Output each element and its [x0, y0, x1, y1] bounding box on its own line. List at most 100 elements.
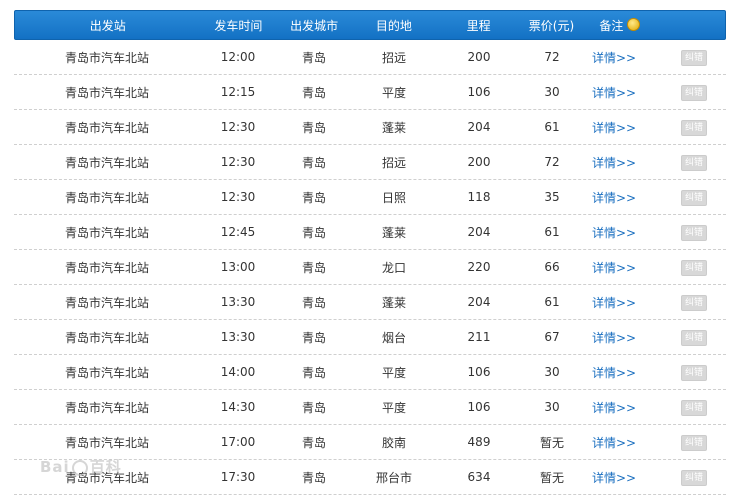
detail-link[interactable]: 详情>>: [592, 191, 636, 205]
report-cell: 纠错: [662, 49, 726, 66]
time-cell: 12:30: [220, 190, 256, 204]
detail-link[interactable]: 详情>>: [592, 401, 636, 415]
price-cell: 61: [544, 295, 560, 309]
report-error-button[interactable]: 纠错: [681, 49, 707, 66]
report-cell: 纠错: [662, 364, 726, 381]
report-error-button[interactable]: 纠错: [681, 329, 707, 346]
note-cell: 详情>>: [582, 154, 662, 171]
distance-cell: 106: [467, 400, 491, 414]
detail-link[interactable]: 详情>>: [592, 296, 636, 310]
report-error-button[interactable]: 纠错: [681, 364, 707, 381]
distance-cell: 220: [467, 260, 491, 274]
city-cell: 青岛: [301, 190, 326, 205]
detail-link[interactable]: 详情>>: [592, 226, 636, 240]
price-cell: 35: [544, 190, 560, 204]
station-cell: 青岛市汽车北站: [64, 155, 149, 170]
station-cell: 青岛市汽车北站: [64, 120, 149, 135]
header-station: 出发站: [89, 18, 126, 33]
city-cell: 青岛: [301, 400, 326, 415]
station-cell: 青岛市汽车北站: [64, 190, 149, 205]
note-cell: 详情>>: [582, 119, 662, 136]
distance-cell: 118: [467, 190, 491, 204]
report-cell: 纠错: [662, 154, 726, 171]
bus-schedule-table: 出发站 发车时间 出发城市 目的地 里程 票价(元) 备注 青岛市汽车北站 12:…: [14, 10, 726, 495]
detail-link[interactable]: 详情>>: [592, 121, 636, 135]
time-cell: 12:00: [220, 50, 256, 64]
city-cell: 青岛: [301, 365, 326, 380]
detail-link[interactable]: 详情>>: [592, 366, 636, 380]
note-cell: 详情>>: [582, 469, 662, 486]
report-cell: 纠错: [662, 469, 726, 486]
detail-link[interactable]: 详情>>: [592, 51, 636, 65]
table-row: 青岛市汽车北站 14:30 青岛 平度 106 30 详情>> 纠错: [14, 390, 726, 425]
price-cell: 61: [544, 225, 560, 239]
station-cell: 青岛市汽车北站: [64, 225, 149, 240]
detail-link[interactable]: 详情>>: [592, 261, 636, 275]
station-cell: 青岛市汽车北站: [64, 470, 149, 485]
report-error-button[interactable]: 纠错: [681, 294, 707, 311]
table-row: 青岛市汽车北站 14:00 青岛 平度 106 30 详情>> 纠错: [14, 355, 726, 390]
table-row: 青岛市汽车北站 12:15 青岛 平度 106 30 详情>> 纠错: [14, 75, 726, 110]
distance-cell: 204: [467, 225, 491, 239]
report-error-button[interactable]: 纠错: [681, 399, 707, 416]
destination-cell: 烟台: [381, 330, 406, 345]
distance-cell: 106: [467, 85, 491, 99]
table-row: 青岛市汽车北站 12:30 青岛 日照 118 35 详情>> 纠错: [14, 180, 726, 215]
time-cell: 12:30: [220, 120, 256, 134]
city-cell: 青岛: [301, 330, 326, 345]
time-cell: 12:15: [220, 85, 256, 99]
report-cell: 纠错: [662, 294, 726, 311]
report-cell: 纠错: [662, 329, 726, 346]
destination-cell: 蓬莱: [381, 295, 406, 310]
note-cell: 详情>>: [582, 49, 662, 66]
city-cell: 青岛: [301, 435, 326, 450]
report-error-button[interactable]: 纠错: [681, 119, 707, 136]
report-error-button[interactable]: 纠错: [681, 84, 707, 101]
header-destination: 目的地: [375, 18, 412, 33]
station-cell: 青岛市汽车北站: [64, 330, 149, 345]
destination-cell: 蓬莱: [381, 120, 406, 135]
detail-link[interactable]: 详情>>: [592, 331, 636, 345]
destination-cell: 平度: [381, 400, 406, 415]
report-error-button[interactable]: 纠错: [681, 154, 707, 171]
time-cell: 17:30: [220, 470, 256, 484]
destination-cell: 平度: [381, 365, 406, 380]
table-row: 青岛市汽车北站 12:30 青岛 蓬莱 204 61 详情>> 纠错: [14, 110, 726, 145]
time-cell: 14:00: [220, 365, 256, 379]
destination-cell: 蓬莱: [381, 225, 406, 240]
station-cell: 青岛市汽车北站: [64, 365, 149, 380]
report-cell: 纠错: [662, 84, 726, 101]
report-error-button[interactable]: 纠错: [681, 189, 707, 206]
table-row: 青岛市汽车北站 13:00 青岛 龙口 220 66 详情>> 纠错: [14, 250, 726, 285]
destination-cell: 邢台市: [375, 470, 412, 485]
time-cell: 13:30: [220, 330, 256, 344]
city-cell: 青岛: [301, 50, 326, 65]
report-error-button[interactable]: 纠错: [681, 434, 707, 451]
city-cell: 青岛: [301, 155, 326, 170]
coin-icon: [627, 17, 641, 31]
price-cell: 30: [544, 85, 560, 99]
detail-link[interactable]: 详情>>: [592, 86, 636, 100]
note-cell: 详情>>: [582, 329, 662, 346]
report-error-button[interactable]: 纠错: [681, 259, 707, 276]
distance-cell: 204: [467, 295, 491, 309]
report-error-button[interactable]: 纠错: [681, 469, 707, 486]
price-cell: 30: [544, 365, 560, 379]
detail-link[interactable]: 详情>>: [592, 471, 636, 485]
price-cell: 暂无: [539, 470, 564, 485]
price-cell: 61: [544, 120, 560, 134]
report-error-button[interactable]: 纠错: [681, 224, 707, 241]
station-cell: 青岛市汽车北站: [64, 85, 149, 100]
header-time: 发车时间: [214, 18, 263, 33]
city-cell: 青岛: [301, 120, 326, 135]
report-cell: 纠错: [662, 259, 726, 276]
distance-cell: 211: [467, 330, 491, 344]
header-city: 出发城市: [290, 18, 339, 33]
header-note: 备注: [581, 17, 661, 34]
header-distance: 里程: [466, 18, 491, 33]
price-cell: 30: [544, 400, 560, 414]
distance-cell: 489: [467, 435, 491, 449]
detail-link[interactable]: 详情>>: [592, 156, 636, 170]
detail-link[interactable]: 详情>>: [592, 436, 636, 450]
report-cell: 纠错: [662, 189, 726, 206]
